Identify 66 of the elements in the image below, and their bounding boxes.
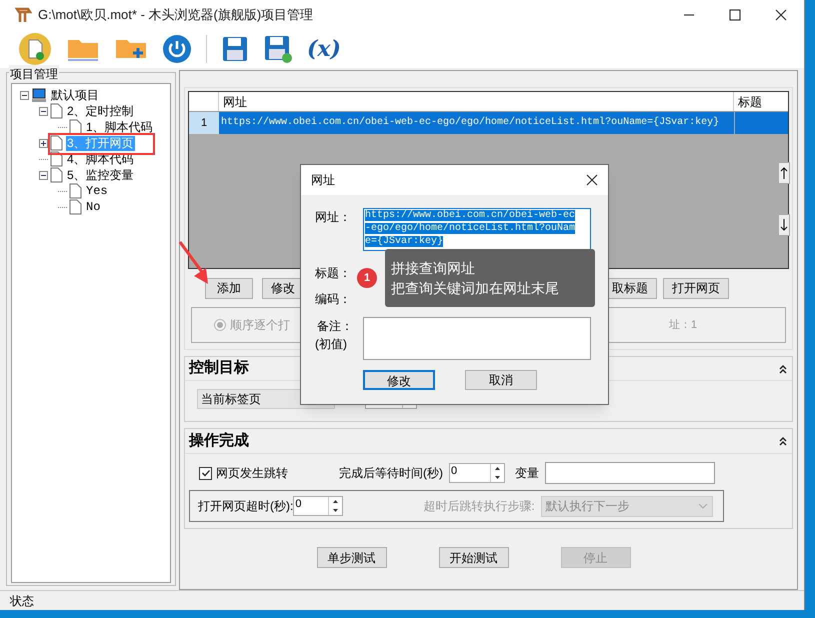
tree-item[interactable]: 5、监控变量 [66,168,135,182]
row-number: 1 [189,112,219,134]
timeout-step-label: 超时后跳转执行步骤: [423,498,535,515]
field-label: 编码： [315,291,352,308]
field-label: 标题： [315,265,352,282]
field-label: 备注： [316,318,354,335]
document-icon [69,199,82,215]
section-title: 操作完成 [189,430,249,451]
radio-label: 顺序逐个打 [230,317,290,334]
action-button[interactable]: 打开网页 [663,278,729,298]
new-document-icon[interactable] [18,32,52,66]
window-title: G:\mot\欧贝.mot* - 木头浏览器(旗舰版)项目管理 [38,6,314,24]
note-field[interactable] [363,317,591,360]
power-icon[interactable] [162,34,192,64]
floppy-disk-icon[interactable] [263,34,293,64]
computer-icon [31,88,47,102]
dialog-button[interactable]: 修改 [363,370,435,390]
move-down-icon[interactable] [778,214,790,236]
document-icon [50,167,63,183]
spin-field[interactable]: 0 [449,463,505,483]
checkbox[interactable] [199,466,212,480]
field-label: (初值) [315,336,348,353]
check-icon [200,468,210,478]
tree-item[interactable]: Yes [85,184,109,198]
table-row[interactable]: 1 https://www.obei.com.cn/obei-web-ec-ego/ego/home/noticeList.html?ouName={JSvar:key} [189,112,788,134]
collapse-icon[interactable] [778,364,788,374]
tree-item[interactable]: 1、脚本代码 [85,120,154,134]
collapse-toggle-icon[interactable] [39,170,48,180]
tooltip-text: 把查询关键词加在网址末尾 [391,279,559,298]
action-button[interactable]: 单步测试 [316,547,386,568]
move-up-icon[interactable] [778,162,790,184]
url-field[interactable]: https://www.obei.com.cn/obei-web-ec-ego/ego/home/noticeList.html?ouName={JSvar:key} [363,208,591,251]
wait-time-label: 完成后等待时间(秒) [339,465,443,482]
dialog-title: 网址 [311,172,336,189]
variable-button[interactable]: (x) [307,32,341,66]
field-label: 网址： [315,209,352,226]
action-button[interactable]: 添加 [205,278,253,298]
spin-field[interactable]: 0 [293,496,344,516]
collapse-toggle-icon[interactable] [39,106,48,116]
section-title: 控制目标 [189,358,249,378]
document-icon [69,119,82,135]
url-count: 址：1 [668,318,697,333]
expand-toggle-icon[interactable] [39,138,48,148]
tree-item[interactable]: No [85,200,102,214]
action-button[interactable]: 开始测试 [438,547,508,568]
table-cell-text: https://www.obei.com.cn/obei-web-ec-ego/ego/home/noticeList.html?ouName={JSvar:key} [220,116,720,130]
collapse-toggle-icon[interactable] [20,90,29,100]
document-icon [50,135,63,151]
panel-title: 项目管理 [9,65,59,83]
tree-item[interactable]: 2、定时控制 [66,104,135,118]
document-icon [50,103,63,119]
dialog-button[interactable]: 取消 [465,370,537,390]
chevron-down-icon [698,503,708,509]
timeout-label: 打开网页超时(秒): [198,498,294,515]
variable-label: 变量 [515,465,539,482]
collapse-icon[interactable] [778,436,788,446]
column-header[interactable]: 网址 [219,92,734,111]
close-icon[interactable] [586,174,598,186]
tooltip-text: 拼接查询网址 [391,259,475,278]
variable-field[interactable] [545,462,715,484]
tree-item[interactable]: 默认项目 [50,88,100,102]
app-logo-icon [14,6,32,24]
status-text: 状态 [10,592,34,610]
column-header[interactable]: 标题 [734,92,788,111]
document-icon [69,183,82,199]
checkbox-label: 网页发生跳转 [216,465,289,482]
